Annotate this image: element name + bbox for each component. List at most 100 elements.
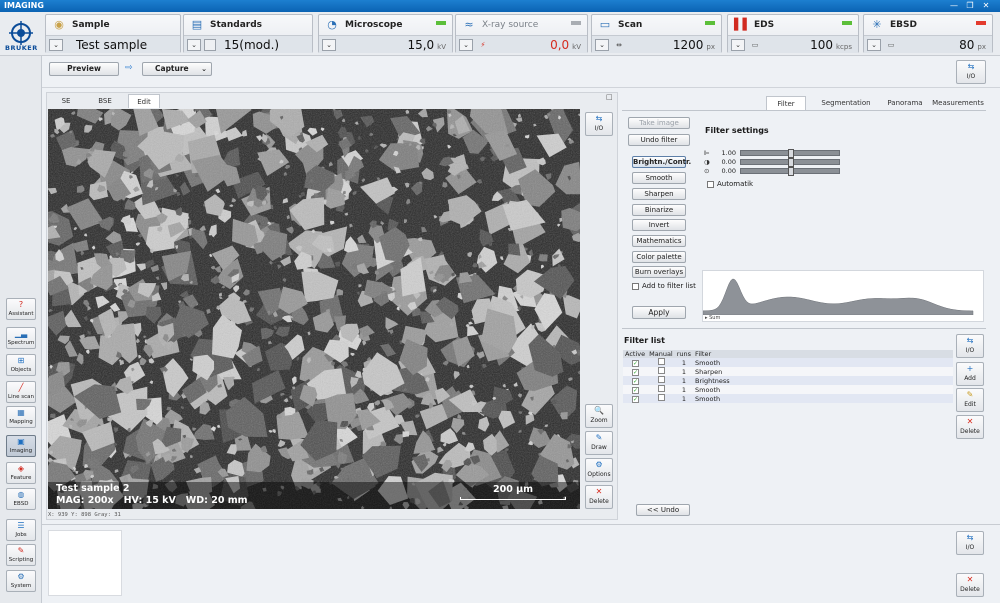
tile-scan[interactable]: ▭ Scan ⌄ ⇹ 1200 px <box>591 14 722 53</box>
col-active[interactable]: Active <box>623 350 648 358</box>
minimize-icon[interactable]: — <box>948 1 960 11</box>
maximize-icon[interactable]: ❐ <box>964 1 976 11</box>
manual-checkbox[interactable] <box>658 394 666 401</box>
tile-mini-icon[interactable]: ⚡ <box>476 39 490 51</box>
filter-binarize-button[interactable]: Binarize <box>632 204 686 216</box>
preview-button[interactable]: Preview <box>49 62 119 76</box>
table-row[interactable]: ✓ 1 Smooth <box>623 358 953 367</box>
capture-dropdown[interactable]: Capture ⌄ <box>142 62 212 76</box>
table-row[interactable]: ✓ 1 Brightness <box>623 376 953 385</box>
active-checkbox[interactable]: ✓ <box>632 377 639 385</box>
tile-standards[interactable]: ▤ Standards ⌄ 15(mod.) <box>183 14 313 53</box>
nav-line-scan[interactable]: ╱ Line scan <box>6 381 36 403</box>
tile-eds[interactable]: ▌▌ EDS ⌄ ▭ 100 kcps <box>727 14 859 53</box>
filter-invert-button[interactable]: Invert <box>632 219 686 231</box>
tile-sample[interactable]: ◉ Sample ⌄ Test sample <box>45 14 181 53</box>
active-checkbox[interactable]: ✓ <box>632 359 639 367</box>
standards-checkbox[interactable] <box>204 39 216 51</box>
close-icon[interactable]: ✕ <box>980 1 992 11</box>
filter-slider[interactable] <box>740 167 840 176</box>
image-draw-button[interactable]: ✎ Draw <box>585 431 613 455</box>
add-to-filter-list-checkbox[interactable] <box>632 283 639 290</box>
button-label: I/O <box>594 125 604 132</box>
chevron-down-icon[interactable]: ⌄ <box>459 39 473 51</box>
undo-button[interactable]: << Undo <box>636 504 690 516</box>
nav-feature[interactable]: ◈ Feature <box>6 462 36 484</box>
manual-checkbox[interactable] <box>658 367 666 374</box>
filterlist-i-o-button[interactable]: ⇆ I/O <box>956 334 984 358</box>
nav-spectrum[interactable]: ▁▃ Spectrum <box>6 327 36 349</box>
nav-assistant[interactable]: ? Assistant <box>6 298 36 320</box>
filterlist-delete-button[interactable]: ✕ Delete <box>956 415 984 439</box>
image-options-button[interactable]: ⚙ Options <box>585 458 613 482</box>
table-row[interactable]: ✓ 1 Smooth <box>623 385 953 394</box>
table-row[interactable]: ✓ 1 Smooth <box>623 394 953 403</box>
nav-system[interactable]: ⚙ System <box>6 570 36 592</box>
runs-cell: 1 <box>674 385 694 394</box>
filterlist-add-button[interactable]: + Add <box>956 362 984 386</box>
tile-mini-icon[interactable]: ▭ <box>748 39 762 51</box>
chevron-down-icon[interactable]: ⌄ <box>49 39 63 51</box>
bottom-preview-area <box>48 530 122 596</box>
col-filter[interactable]: Filter <box>693 350 953 358</box>
filter-sharpen-button[interactable]: Sharpen <box>632 188 686 200</box>
active-checkbox[interactable]: ✓ <box>632 386 639 394</box>
tab-filter[interactable]: Filter <box>766 96 806 110</box>
nav-objects[interactable]: ⊞ Objects <box>6 354 36 376</box>
filter-brightn-contr-button[interactable]: Brightn./Contr. <box>632 156 691 168</box>
slider-thumb[interactable] <box>788 167 794 176</box>
filter-slider[interactable] <box>740 149 840 158</box>
active-checkbox[interactable]: ✓ <box>632 368 639 376</box>
tile-mini-icon[interactable]: ⇹ <box>612 39 626 51</box>
filter-color-palette-button[interactable]: Color palette <box>632 251 686 263</box>
tab-panorama[interactable]: Panorama <box>882 96 928 110</box>
tab-segmentation[interactable]: Segmentation <box>818 96 874 110</box>
manual-checkbox[interactable] <box>658 358 666 365</box>
tab-measurements[interactable]: Measurements <box>930 96 986 110</box>
tile-x-ray-source[interactable]: ≈ X-ray source ⌄ ⚡ 0,0 kV <box>455 14 588 53</box>
maximize-panel-icon[interactable]: □ <box>606 93 613 101</box>
tile-microscope[interactable]: ◔ Microscope ⌄ 15,0 kV <box>318 14 453 53</box>
col-runs[interactable]: runs <box>674 350 694 358</box>
undo-filter-button[interactable]: Undo filter <box>628 134 690 146</box>
manual-checkbox[interactable] <box>658 385 666 392</box>
tab-edit[interactable]: Edit <box>128 94 160 108</box>
nav-ebsd[interactable]: ◍ EBSD <box>6 488 36 510</box>
filterlist-edit-button[interactable]: ✎ Edit <box>956 388 984 412</box>
col-manual[interactable]: Manual <box>647 350 675 358</box>
nav-scripting[interactable]: ✎ Scripting <box>6 544 36 566</box>
image-i-o-button[interactable]: ⇆ I/O <box>585 112 613 136</box>
chevron-down-icon[interactable]: ⌄ <box>731 39 745 51</box>
tile-mini-icon[interactable]: ▭ <box>884 39 898 51</box>
bottom-delete-button[interactable]: ✕ Delete <box>956 573 984 597</box>
chevron-down-icon[interactable]: ⌄ <box>322 39 336 51</box>
filter-smooth-button[interactable]: Smooth <box>632 172 686 184</box>
nav-imaging[interactable]: ▣ Imaging <box>6 435 36 457</box>
image-delete-button[interactable]: ✕ Delete <box>585 485 613 509</box>
chevron-down-icon[interactable]: ⌄ <box>595 39 609 51</box>
chevron-down-icon[interactable]: ⌄ <box>867 39 881 51</box>
take-image-button[interactable]: Take image <box>628 117 690 129</box>
slider-thumb[interactable] <box>788 158 794 167</box>
slider-thumb[interactable] <box>788 149 794 158</box>
sem-image[interactable] <box>48 109 580 509</box>
manual-checkbox[interactable] <box>658 376 666 383</box>
mapping-icon: ▦ <box>17 408 25 417</box>
table-row[interactable]: ✓ 1 Sharpen <box>623 367 953 376</box>
automatik-checkbox[interactable] <box>707 181 714 188</box>
tile-ebsd[interactable]: ✳ EBSD ⌄ ▭ 80 px <box>863 14 993 53</box>
image-zoom-button[interactable]: 🔍 Zoom <box>585 404 613 428</box>
bottom-i-o-button[interactable]: ⇆ I/O <box>956 531 984 555</box>
tab-bse[interactable]: BSE <box>90 94 120 108</box>
apply-button[interactable]: Apply <box>632 306 686 319</box>
filter-burn-overlays-button[interactable]: Burn overlays <box>632 266 686 278</box>
nav-jobs[interactable]: ☰ Jobs <box>6 519 36 541</box>
active-checkbox[interactable]: ✓ <box>632 395 639 403</box>
window-title: IMAGING <box>4 1 44 10</box>
toolbar-io-button[interactable]: ⇆ I/O <box>956 60 986 84</box>
chevron-down-icon[interactable]: ⌄ <box>187 39 201 51</box>
filter-slider[interactable] <box>740 158 840 167</box>
tab-se[interactable]: SE <box>52 94 80 108</box>
filter-mathematics-button[interactable]: Mathematics <box>632 235 686 247</box>
nav-mapping[interactable]: ▦ Mapping <box>6 406 36 428</box>
